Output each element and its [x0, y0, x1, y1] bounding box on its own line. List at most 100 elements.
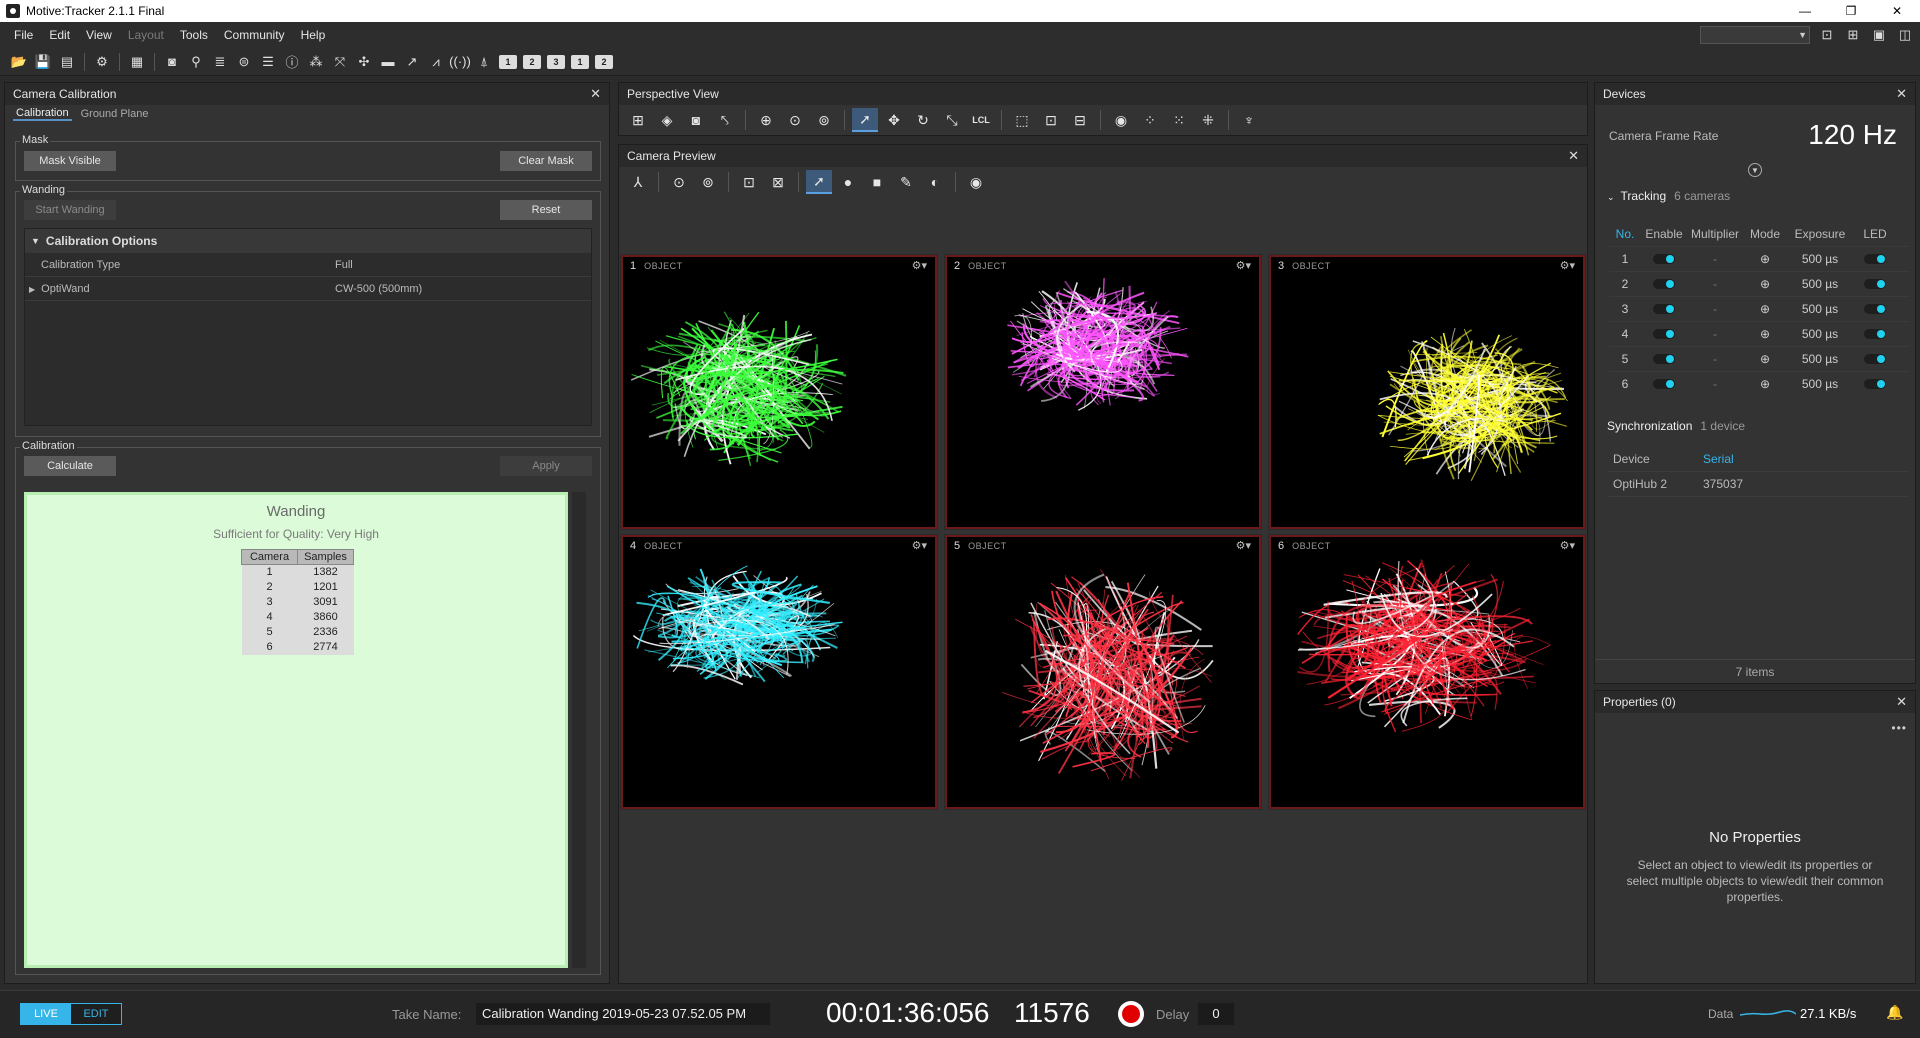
zoom-fit-icon[interactable]: ⊚ [695, 170, 721, 194]
toggle-icon[interactable]: ◐ [922, 170, 948, 194]
circle-mask-icon[interactable]: ● [835, 170, 861, 194]
viewport-2-button[interactable]: 2 [523, 54, 541, 69]
select-box-icon[interactable]: ⬚ [1009, 108, 1035, 132]
property-row[interactable]: Calibration Type Full [25, 253, 591, 277]
move-icon[interactable]: ✥ [881, 108, 907, 132]
rigid-body-icon[interactable]: ⁜ [1195, 108, 1221, 132]
more-options-icon[interactable]: ••• [1891, 721, 1907, 735]
menu-file[interactable]: File [6, 28, 41, 42]
viewport-split-2-button[interactable]: 2 [595, 54, 613, 69]
led-toggle[interactable] [1864, 379, 1886, 389]
exposure-value[interactable]: 500 µs [1787, 352, 1853, 366]
table-row[interactable]: 5 - ⊕ 500 µs [1609, 346, 1909, 371]
delay-field[interactable]: 0 [1198, 1003, 1234, 1025]
gear-icon[interactable]: ⚙▾ [912, 259, 927, 272]
tab-ground-plane[interactable]: Ground Plane [78, 108, 152, 120]
scale-icon[interactable]: ⤡ [939, 108, 965, 132]
menu-community[interactable]: Community [216, 28, 293, 42]
column-header[interactable]: No. [1609, 227, 1641, 241]
exposure-value[interactable]: 500 µs [1787, 327, 1853, 341]
select-cursor-icon[interactable]: ➚ [852, 108, 878, 132]
camera-view-3[interactable]: 3 OBJECT ⚙▾ [1268, 254, 1586, 530]
select-add-icon[interactable]: ⊡ [1038, 108, 1064, 132]
camera-view-4[interactable]: 4 OBJECT ⚙▾ [620, 534, 938, 810]
exposure-value[interactable]: 500 µs [1787, 252, 1853, 266]
camera-view-6[interactable]: 6 OBJECT ⚙▾ [1268, 534, 1586, 810]
property-value[interactable]: CW-500 (500mm) [335, 283, 591, 295]
menu-edit[interactable]: Edit [41, 28, 78, 42]
expand-triangle-icon[interactable]: ▶ [29, 285, 35, 294]
minimize-button[interactable]: — [1782, 0, 1828, 22]
rotate-icon[interactable]: ↻ [910, 108, 936, 132]
layout-create-icon[interactable]: ⊞ [1844, 27, 1862, 43]
edit-tools-icon[interactable]: ↗ [401, 51, 423, 73]
camera-view-1[interactable]: 1 OBJECT ⚙▾ [620, 254, 938, 530]
layout-calibrate-icon[interactable]: ⊡ [1818, 27, 1836, 43]
enable-toggle[interactable] [1653, 279, 1675, 289]
exposure-value[interactable]: 500 µs [1787, 377, 1853, 391]
mode-crosshair-icon[interactable]: ⊕ [1743, 352, 1787, 366]
table-row[interactable]: 4 - ⊕ 500 µs [1609, 321, 1909, 346]
edit-mode-button[interactable]: EDIT [71, 1004, 121, 1024]
multiplier-value[interactable]: - [1687, 302, 1743, 316]
camera-view-5[interactable]: 5 OBJECT ⚙▾ [944, 534, 1262, 810]
measure-icon[interactable]: ⍋ [473, 51, 495, 73]
save-icon[interactable]: 💾 [32, 51, 54, 73]
exposure-value[interactable]: 500 µs [1787, 277, 1853, 291]
column-header[interactable]: Exposure [1787, 227, 1853, 241]
zoom-in-icon[interactable]: ⊕ [753, 108, 779, 132]
property-row[interactable]: ▶ OptiWand CW-500 (500mm) [25, 277, 591, 301]
viewport-3-button[interactable]: 3 [547, 54, 565, 69]
close-icon[interactable]: ✕ [590, 86, 601, 102]
reset-button[interactable]: Reset [500, 200, 592, 220]
open-icon[interactable]: 📂 [8, 51, 30, 73]
notification-bell-icon[interactable]: 🔔 [1886, 1004, 1903, 1021]
apply-button[interactable]: Apply [500, 456, 592, 476]
property-value[interactable]: Full [335, 259, 591, 271]
record-button[interactable] [1118, 1001, 1144, 1027]
led-toggle[interactable] [1864, 279, 1886, 289]
gear-icon[interactable]: ⚙▾ [1560, 259, 1575, 272]
enable-toggle[interactable] [1653, 304, 1675, 314]
maximize-button[interactable]: ❐ [1828, 0, 1874, 22]
clear-mask-button[interactable]: Clear Mask [500, 151, 592, 171]
builder-icon[interactable]: ✣ [353, 51, 375, 73]
enable-toggle[interactable] [1653, 354, 1675, 364]
zoom-fit-icon[interactable]: ⊚ [811, 108, 837, 132]
grid-icon[interactable]: ⊞ [625, 108, 651, 132]
tab-calibration[interactable]: Calibration [13, 107, 72, 121]
mode-crosshair-icon[interactable]: ⊕ [1743, 302, 1787, 316]
viewport-split-1-button[interactable]: 1 [571, 54, 589, 69]
stream-icon[interactable]: ((·)) [449, 51, 471, 73]
mode-crosshair-icon[interactable]: ⊕ [1743, 277, 1787, 291]
table-row[interactable]: 2 - ⊕ 500 µs [1609, 271, 1909, 296]
visibility-eye-icon[interactable]: ◉ [963, 170, 989, 194]
gear-icon[interactable]: ⚙▾ [912, 539, 927, 552]
table-row[interactable]: 6 - ⊕ 500 µs [1609, 371, 1909, 396]
mask-clear-icon[interactable]: ⊠ [765, 170, 791, 194]
led-toggle[interactable] [1864, 329, 1886, 339]
enable-toggle[interactable] [1653, 254, 1675, 264]
assets-icon[interactable]: ⁂ [305, 51, 327, 73]
mode-crosshair-icon[interactable]: ⊕ [1743, 377, 1787, 391]
multiplier-value[interactable]: - [1687, 377, 1743, 391]
save-all-icon[interactable]: ▤ [56, 51, 78, 73]
cube-icon[interactable]: ◈ [654, 108, 680, 132]
gear-icon[interactable]: ⚙▾ [1236, 259, 1251, 272]
camera-view-2[interactable]: 2 OBJECT ⚙▾ [944, 254, 1262, 530]
table-row[interactable]: 1 - ⊕ 500 µs [1609, 246, 1909, 271]
menu-view[interactable]: View [78, 28, 120, 42]
marker-icon[interactable]: ▬ [377, 51, 399, 73]
camera-icon[interactable]: ◙ [683, 108, 709, 132]
close-window-button[interactable]: ✕ [1874, 0, 1920, 22]
calibration-options-header[interactable]: ▼ Calibration Options [25, 229, 591, 253]
exposure-value[interactable]: 500 µs [1787, 302, 1853, 316]
zoom-selection-icon[interactable]: ⊙ [666, 170, 692, 194]
column-header[interactable]: LED [1853, 227, 1897, 241]
live-mode-button[interactable]: LIVE [21, 1004, 71, 1024]
multiplier-value[interactable]: - [1687, 352, 1743, 366]
table-row[interactable]: 3 - ⊕ 500 µs [1609, 296, 1909, 321]
menu-help[interactable]: Help [293, 28, 334, 42]
menu-tools[interactable]: Tools [172, 28, 216, 42]
mode-crosshair-icon[interactable]: ⊕ [1743, 327, 1787, 341]
